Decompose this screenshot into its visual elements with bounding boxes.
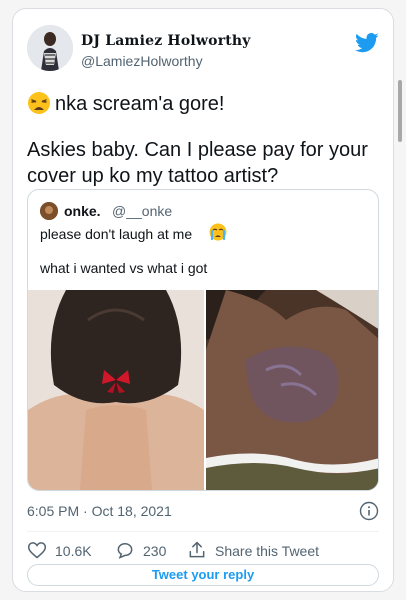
author-handle[interactable]: @LamiezHolworthy	[81, 53, 203, 69]
heart-icon	[27, 542, 47, 559]
reply-count: 230	[143, 543, 167, 559]
tweet-text-line1: nka scream'a gore!	[55, 93, 225, 115]
avatar[interactable]	[27, 25, 73, 71]
reply-icon	[117, 542, 133, 559]
quoted-author-handle[interactable]: @__onke	[112, 203, 172, 219]
quoted-text-line2: what i wanted vs what i got	[40, 260, 208, 276]
author-name[interactable]: DJ Lamiez Holworthy	[81, 33, 251, 49]
like-count: 10.6K	[55, 543, 92, 559]
tweet-timestamp[interactable]: 6:05 PM · Oct 18, 2021	[27, 503, 172, 519]
share-label: Share this Tweet	[215, 543, 320, 559]
info-icon[interactable]	[359, 501, 379, 521]
tweet-reply-button[interactable]: Tweet your reply	[27, 564, 379, 586]
quoted-avatar[interactable]	[40, 202, 58, 220]
divider	[27, 531, 379, 532]
quoted-author-name[interactable]: onke.	[64, 203, 101, 219]
share-icon	[189, 541, 205, 558]
tattoo-wanted-photo[interactable]	[28, 290, 204, 490]
twitter-bird-icon[interactable]	[355, 33, 379, 53]
tweet-card: DJ Lamiez Holworthy @LamiezHolworthy nka…	[12, 8, 394, 592]
quoted-text-line1: please don't laugh at me	[40, 226, 193, 242]
tweet-text-line2: Askies baby. Can I please pay for your	[27, 139, 368, 161]
crying-face-emoji	[209, 223, 227, 241]
quoted-tweet[interactable]: onke. @__onke please don't laugh at me w…	[27, 189, 379, 491]
tweet-text-line3: cover up ko my tattoo artist?	[27, 165, 279, 187]
tattoo-got-photo[interactable]	[206, 290, 379, 490]
scrollbar[interactable]	[398, 80, 402, 142]
weary-face-emoji	[28, 92, 50, 114]
